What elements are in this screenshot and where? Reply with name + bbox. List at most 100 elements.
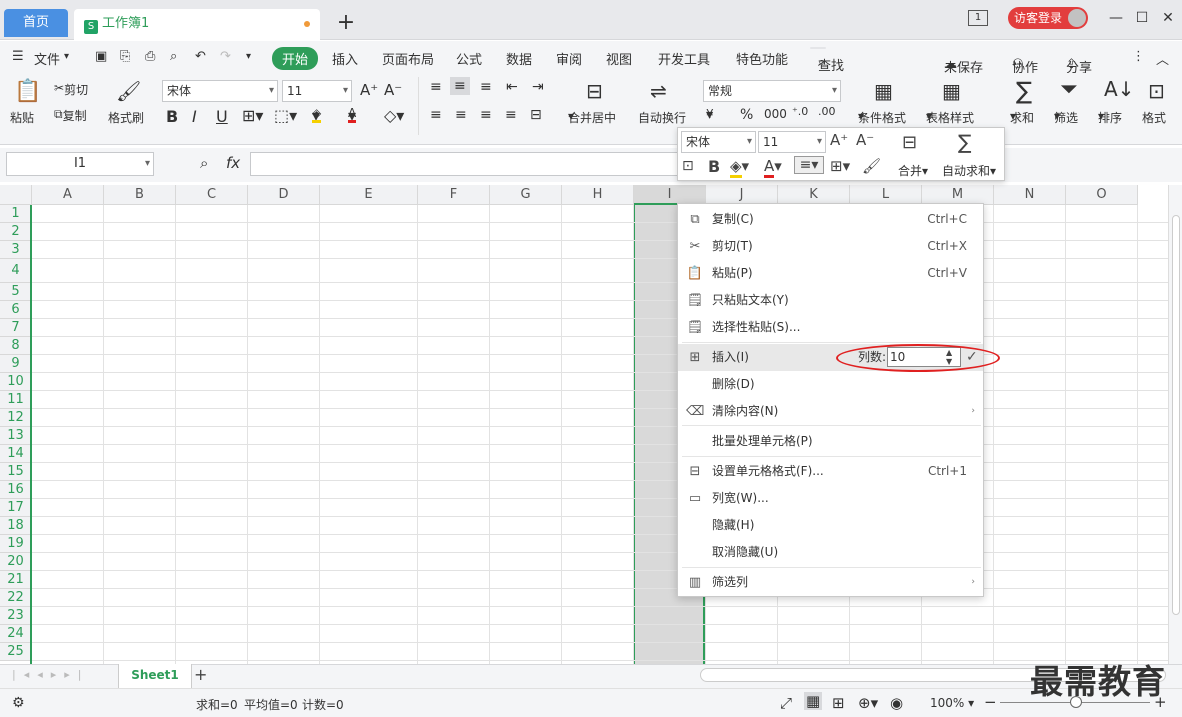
menu-item-cut[interactable]: ✂ 剪切(T) Ctrl+X [678,233,983,260]
row-header-24[interactable]: 24 [0,625,32,643]
bold-button[interactable]: B [166,107,178,126]
clear-icon[interactable]: ⊡ [682,158,694,174]
mini-autosum-button[interactable]: 自动求和▾ [942,162,996,179]
format-painter-button[interactable]: 格式刷 [108,109,144,126]
normal-view-icon[interactable]: ▦ [804,692,823,710]
vertical-scrollbar[interactable] [1168,185,1182,664]
decrease-font-icon[interactable]: A⁻ [856,131,874,149]
row-header-21[interactable]: 21 [0,571,32,589]
menu-item-paste-special[interactable]: 🗒 选择性粘贴(S)... [678,314,983,341]
format-button[interactable]: 格式 [1142,109,1166,126]
row-header-4[interactable]: 4 [0,259,32,283]
chevron-down-icon[interactable]: ▾ [64,51,69,62]
menu-developer[interactable]: 开发工具 [658,49,710,68]
menu-item-hide[interactable]: 隐藏(H) [678,512,983,539]
italic-button[interactable]: I [192,107,197,126]
paste-button[interactable]: 粘贴 [10,109,34,126]
column-header-G[interactable]: G [490,185,562,205]
row-header-12[interactable]: 12 [0,409,32,427]
collapse-ribbon-icon[interactable]: ︿ [1156,49,1169,68]
row-header-20[interactable]: 20 [0,553,32,571]
conditional-format-button[interactable]: 条件格式 ▾ [858,109,906,125]
column-header-B[interactable]: B [104,185,176,205]
cut-button[interactable]: ✂ 剪切 [54,81,88,97]
window-layout-icon[interactable]: 1 [968,10,988,26]
copy-button[interactable]: ⧉ 复制 [54,107,87,123]
column-header-D[interactable]: D [248,185,320,205]
filter-button[interactable]: 筛选 ▾ [1054,109,1078,125]
sum-icon[interactable]: ∑ [1016,77,1032,105]
border-icon[interactable]: ⊞▾ [242,106,263,125]
justify-icon[interactable]: ≡ [505,107,517,123]
wrap-text-icon[interactable]: ⇌ [650,79,667,103]
align-left-icon[interactable]: ≡ [430,107,442,123]
column-header-J[interactable]: J [706,185,778,205]
page-layout-view-icon[interactable]: ⊞ [832,694,845,712]
sheet-nav-icon[interactable]: |◂◂▸▸| [12,668,90,681]
autosum-icon[interactable]: ∑ [958,130,971,154]
column-header-O[interactable]: O [1066,185,1138,205]
mini-size-select[interactable]: 11 [758,131,826,153]
minimize-button[interactable]: — [1106,8,1126,28]
mini-bold-button[interactable]: B [708,157,720,176]
select-all-corner[interactable] [0,185,32,205]
distributed-icon[interactable]: ⊟ [530,107,542,123]
filter-icon[interactable]: ⏷ [1060,77,1078,102]
column-header-F[interactable]: F [418,185,490,205]
row-header-15[interactable]: 15 [0,463,32,481]
more-icon[interactable]: ⋮ [1132,49,1145,64]
menu-item-filter-column[interactable]: ▥ 筛选列 › [678,569,983,596]
tab-workbook[interactable]: S 工作簿1 [74,9,320,40]
menu-view[interactable]: 视图 [606,49,632,68]
menu-item-format-cells[interactable]: ⊟ 设置单元格格式(F)... Ctrl+1 [678,458,983,485]
clear-format-icon[interactable]: ◇▾ [384,106,404,125]
redo-icon[interactable]: ↷ [220,49,231,64]
row-header-23[interactable]: 23 [0,607,32,625]
row-header-1[interactable]: 1 [0,205,32,223]
menu-item-paste[interactable]: 📋 粘贴(P) Ctrl+V [678,260,983,287]
row-header-6[interactable]: 6 [0,301,32,319]
row-header-2[interactable]: 2 [0,223,32,241]
row-header-8[interactable]: 8 [0,337,32,355]
row-header-17[interactable]: 17 [0,499,32,517]
row-header-3[interactable]: 3 [0,241,32,259]
scroll-thumb[interactable] [1172,215,1180,615]
file-menu[interactable]: 文件 [34,49,60,68]
search-button[interactable]: ⌕ 查找 [810,47,844,74]
add-sheet-button[interactable]: + [194,665,207,684]
close-button[interactable]: ✕ [1158,8,1178,28]
spreadsheet-grid[interactable]: A B C D E F G H I J K L M N O 1 2 3 4 5 6 7 8 9 10 11 12 13 14 15 16 17… [0,185,1168,664]
menu-page-layout[interactable]: 页面布局 [382,49,434,68]
indent-increase-icon[interactable]: ⇥ [532,79,544,95]
menu-item-clear[interactable]: ⌫ 清除内容(N) › [678,398,983,425]
preview-icon[interactable]: ⌕ [170,49,177,64]
zoom-formula-icon[interactable]: ⌕ [200,154,208,172]
row-header-13[interactable]: 13 [0,427,32,445]
row-header-19[interactable]: 19 [0,535,32,553]
align-center-icon[interactable]: ≡ [455,107,467,123]
paste-icon[interactable]: 📋 [14,79,41,104]
decrease-font-icon[interactable]: A⁻ [384,81,402,99]
menu-item-batch[interactable]: 批量处理单元格(P) [678,428,983,455]
column-header-E[interactable]: E [320,185,418,205]
menu-item-unhide[interactable]: 取消隐藏(U) [678,539,983,566]
maximize-button[interactable]: ☐ [1132,8,1152,28]
row-header-18[interactable]: 18 [0,517,32,535]
column-header-N[interactable]: N [994,185,1066,205]
tab-home[interactable]: 首页 [4,9,68,37]
row-header-10[interactable]: 10 [0,373,32,391]
export-icon[interactable]: ⎘ [120,49,130,64]
table-style-icon[interactable]: ▦ [942,79,961,103]
row-header-9[interactable]: 9 [0,355,32,373]
column-header-M[interactable]: M [922,185,994,205]
underline-button[interactable]: U [216,107,228,126]
formula-input[interactable] [250,152,680,176]
align-icon[interactable]: ≡▾ [794,156,824,174]
format-icon[interactable]: ⊡ [1148,79,1165,103]
menu-features[interactable]: 特色功能 [736,49,788,68]
align-bottom-icon[interactable]: ≡ [480,79,492,95]
row-header-5[interactable]: 5 [0,283,32,301]
menu-formula[interactable]: 公式 [456,49,482,68]
menu-start[interactable]: 开始 [272,47,319,70]
sheet-tab[interactable]: Sheet1 [118,664,192,688]
